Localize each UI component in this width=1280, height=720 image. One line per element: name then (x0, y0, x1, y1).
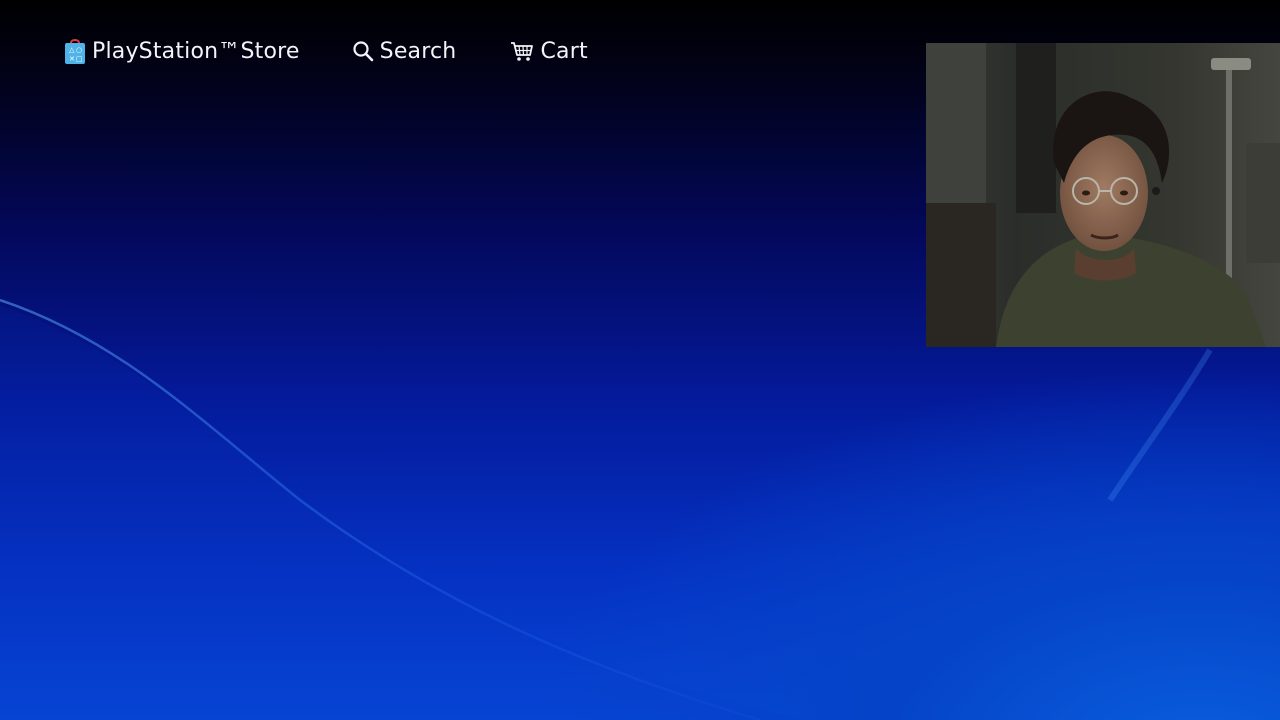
playstation-store-bag-icon: △ ○ ✕ □ (64, 37, 86, 65)
webcam-person-image (926, 43, 1280, 347)
playstation-store-label: PlayStation™Store (92, 38, 300, 64)
ps4-store-screen: △ ○ ✕ □ PlayStation™Store Search Cart (0, 0, 1280, 720)
search-icon (352, 40, 374, 62)
svg-text:△: △ (69, 46, 75, 54)
svg-text:○: ○ (76, 46, 82, 54)
search-button[interactable]: Search (352, 39, 457, 64)
svg-text:✕: ✕ (69, 55, 75, 63)
webcam-overlay (926, 43, 1280, 347)
search-label: Search (379, 38, 457, 64)
cart-button[interactable]: Cart (510, 38, 588, 64)
cart-icon (510, 40, 534, 62)
playstation-store-button[interactable]: △ ○ ✕ □ PlayStation™Store (64, 37, 300, 65)
top-navigation: △ ○ ✕ □ PlayStation™Store Search Cart (64, 30, 588, 72)
cart-label: Cart (540, 38, 588, 64)
svg-text:□: □ (76, 55, 83, 63)
